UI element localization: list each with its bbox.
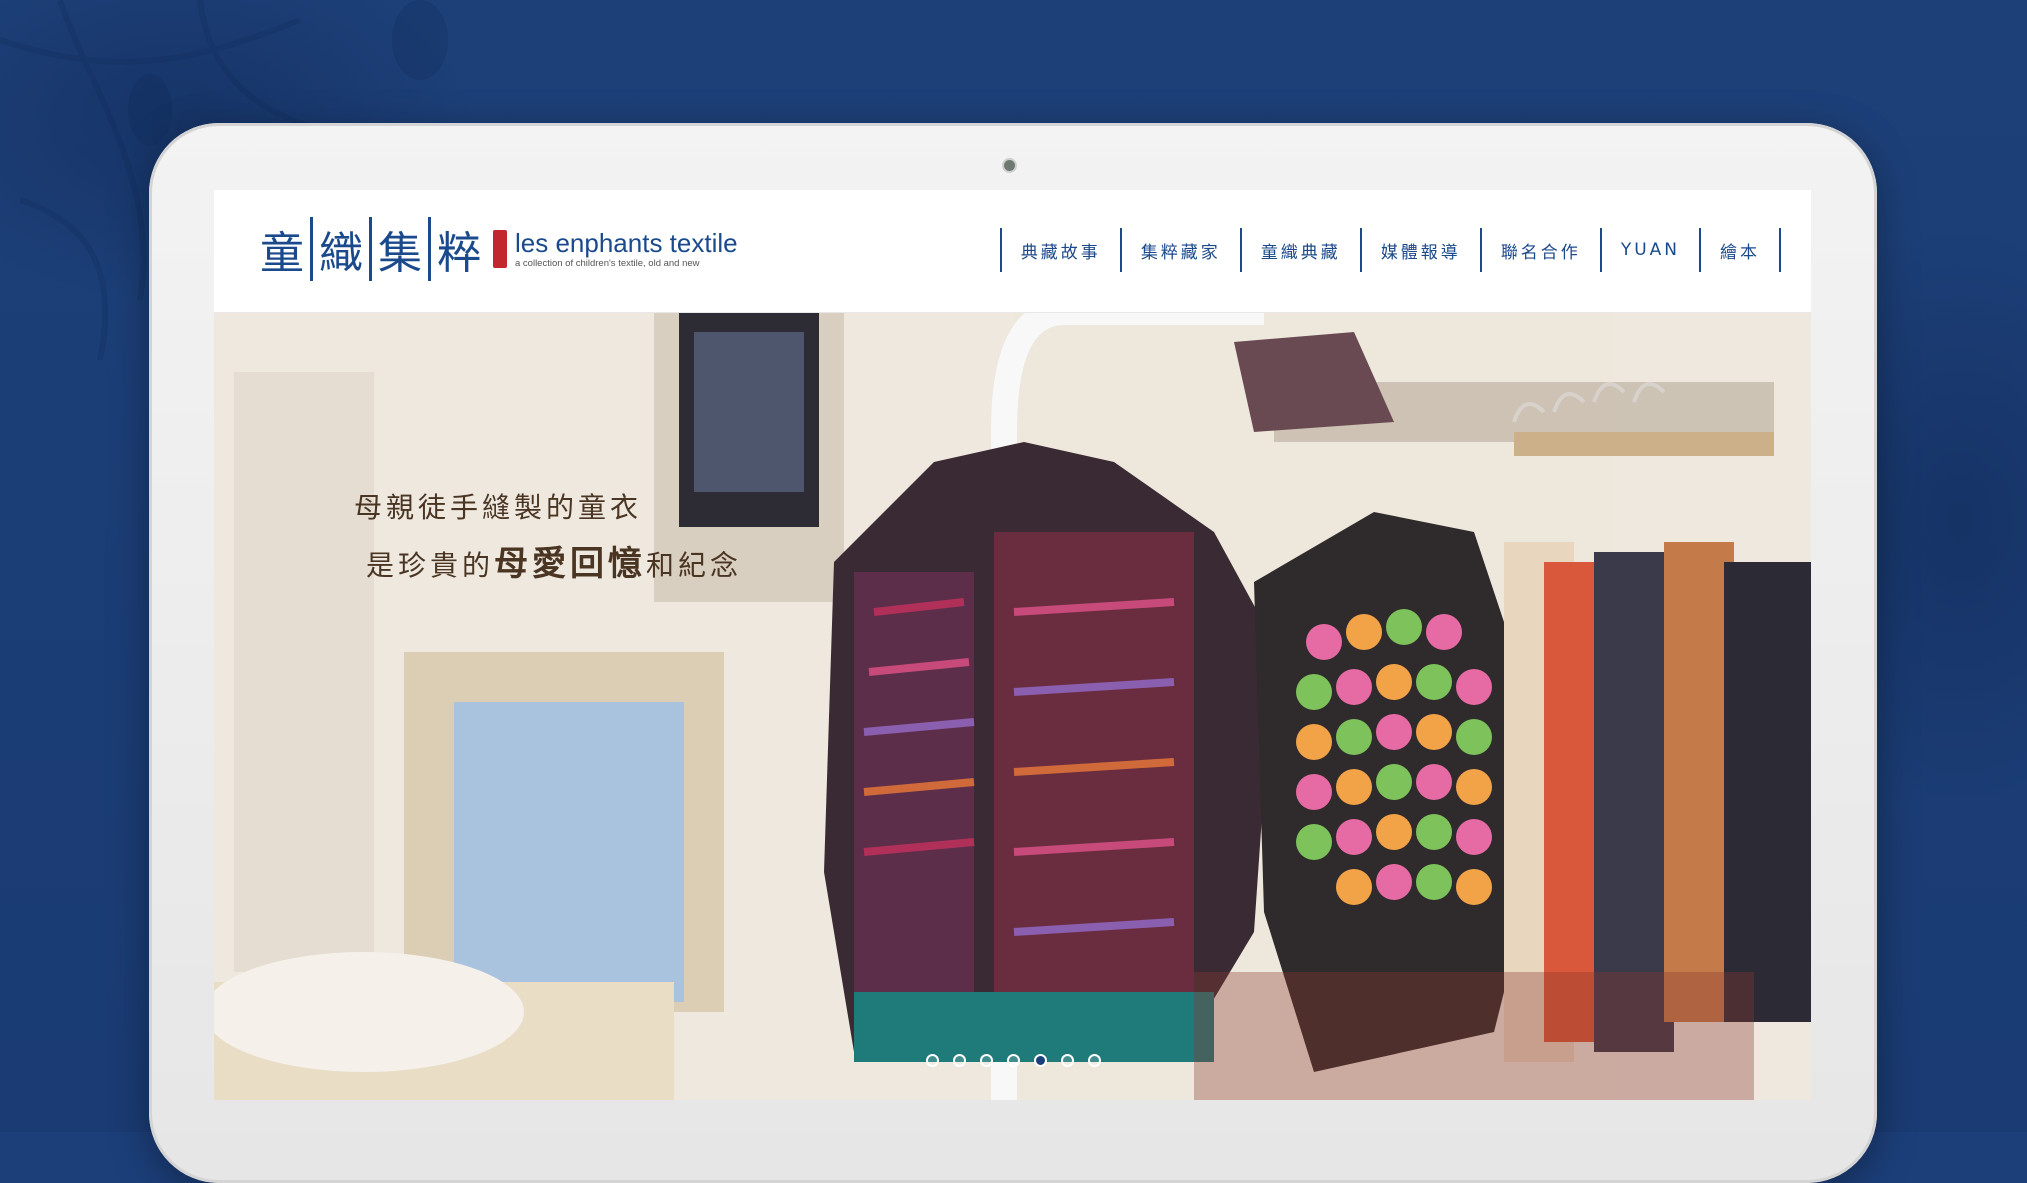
slide-dot-1[interactable] <box>926 1054 939 1067</box>
logo-char: 織 <box>310 217 369 281</box>
logo-char: 集 <box>369 217 428 281</box>
logo-english: les enphants textile a collection of chi… <box>515 228 738 270</box>
hero-line-2-emphasis: 母愛回憶 <box>494 544 647 584</box>
slide-dot-5[interactable] <box>1034 1054 1047 1067</box>
hero-line-2: 是珍貴的母愛回憶和紀念 <box>354 536 742 594</box>
hero-photo-garments-on-rack <box>214 312 1811 1100</box>
logo-char: 童 <box>260 228 304 279</box>
hero-line-1: 母親徒手縫製的童衣 <box>354 491 643 524</box>
nav-item-textile-collection[interactable]: 童織典藏 <box>1242 228 1362 272</box>
nav-item-yuan[interactable]: YUAN <box>1602 228 1701 272</box>
site-logo[interactable]: 童 織 集 粹 les enphants textile a collectio… <box>254 214 738 284</box>
nav-item-collectors[interactable]: 集粹藏家 <box>1122 228 1242 272</box>
hero-headline: 母親徒手縫製的童衣 是珍貴的母愛回憶和紀念 <box>354 480 742 594</box>
logo-char: 粹 <box>428 217 487 281</box>
logo-chinese-name: 童 織 集 粹 <box>254 217 487 281</box>
website-screen: 童 織 集 粹 les enphants textile a collectio… <box>214 190 1811 1100</box>
red-seal-icon <box>493 230 507 268</box>
slide-dot-4[interactable] <box>1007 1054 1020 1067</box>
logo-tagline: a collection of children's textile, old … <box>515 258 700 269</box>
slider-pagination <box>926 1054 1101 1067</box>
logo-english-name: les enphants textile <box>515 228 738 258</box>
nav-item-media[interactable]: 媒體報導 <box>1362 228 1482 272</box>
slide-dot-6[interactable] <box>1061 1054 1074 1067</box>
site-header: 童 織 集 粹 les enphants textile a collectio… <box>214 190 1811 313</box>
nav-item-picture-books[interactable]: 繪本 <box>1701 228 1781 272</box>
hero-line-2-suffix: 和紀念 <box>646 549 743 582</box>
hero-line-2-prefix: 是珍貴的 <box>366 549 495 582</box>
nav-item-collaborations[interactable]: 聯名合作 <box>1482 228 1602 272</box>
slide-dot-7[interactable] <box>1088 1054 1101 1067</box>
tablet-camera <box>1004 160 1015 171</box>
main-navigation: 典藏故事 集粹藏家 童織典藏 媒體報導 聯名合作 YUAN 繪本 <box>999 228 1781 272</box>
nav-item-collection-stories[interactable]: 典藏故事 <box>1002 228 1122 272</box>
slide-dot-3[interactable] <box>980 1054 993 1067</box>
slide-dot-2[interactable] <box>953 1054 966 1067</box>
hero-slider: 母親徒手縫製的童衣 是珍貴的母愛回憶和紀念 <box>214 312 1811 1100</box>
